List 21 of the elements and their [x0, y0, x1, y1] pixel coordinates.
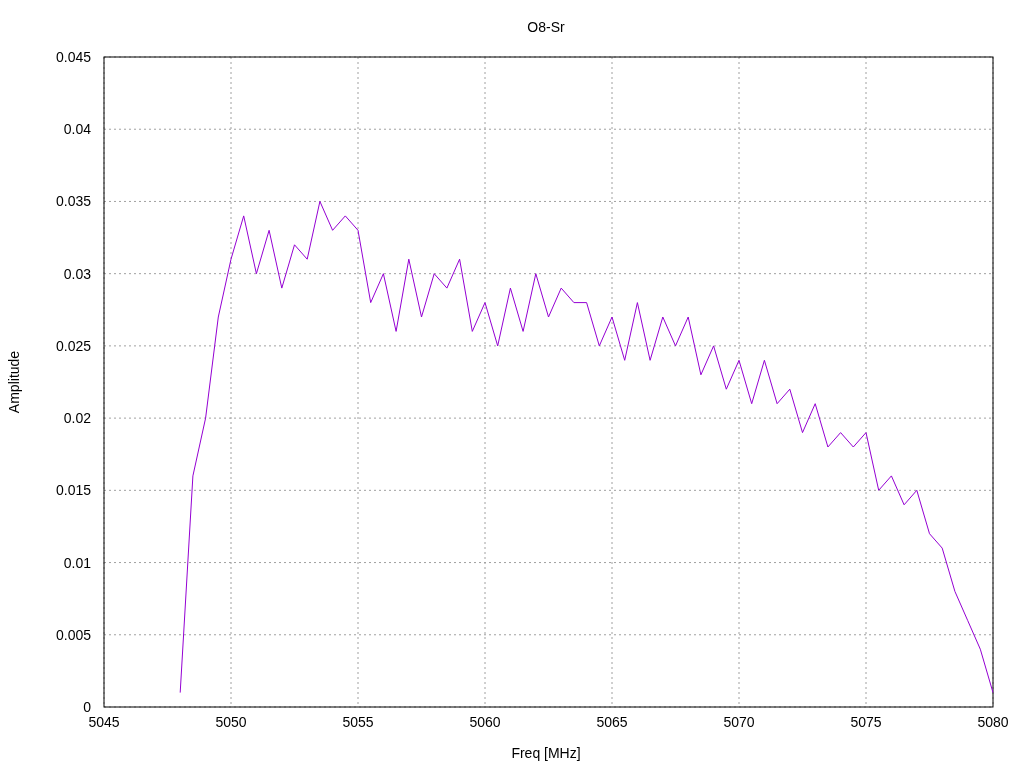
x-axis-label: Freq [MHz] — [511, 745, 581, 761]
x-tick-label: 5050 — [215, 714, 247, 730]
y-tick-label: 0.04 — [63, 121, 91, 138]
y-axis-label: Amplitude — [6, 350, 22, 414]
y-tick-label: 0.005 — [55, 626, 91, 643]
y-tick-label: 0.02 — [63, 410, 91, 427]
y-tick-label: 0.01 — [63, 554, 91, 571]
x-tick-label: 5060 — [469, 714, 501, 730]
x-tick-label: 5065 — [596, 714, 628, 730]
x-tick-label: 5075 — [850, 714, 882, 730]
y-tick-label: 0.025 — [55, 337, 91, 354]
x-tick-label: 5045 — [88, 714, 120, 730]
y-tick-label: 0 — [83, 699, 91, 715]
y-tick-label: 0.045 — [55, 49, 91, 65]
chart-title: O8-Sr — [527, 19, 565, 35]
x-tick-label: 5070 — [723, 714, 755, 730]
y-tick-label: 0.015 — [55, 482, 91, 499]
x-tick-label: 5055 — [342, 714, 374, 730]
x-tick-label: 5080 — [977, 714, 1009, 730]
y-tick-label: 0.035 — [55, 193, 91, 210]
y-tick-label: 0.03 — [63, 265, 91, 282]
